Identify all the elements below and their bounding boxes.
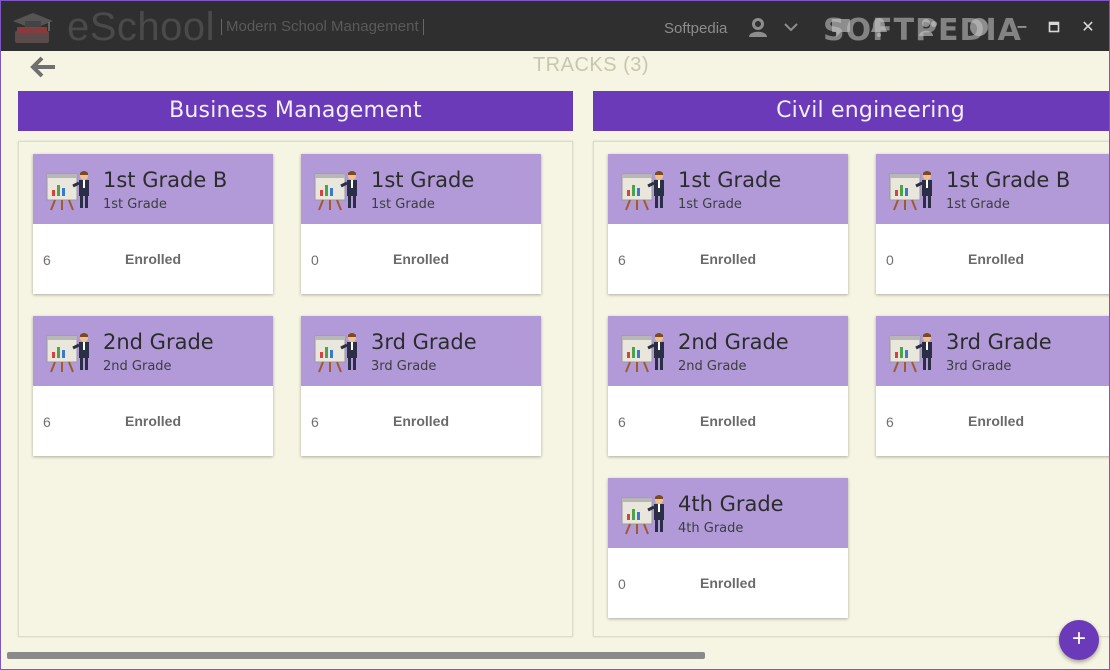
presentation-teacher-icon: [620, 490, 668, 538]
enrolled-label: Enrolled: [699, 251, 756, 267]
close-button[interactable]: ✕: [1077, 16, 1099, 38]
card-title: 1st Grade B: [103, 168, 228, 192]
card-header: 3rd Grade 3rd Grade: [301, 316, 541, 386]
card-title: 1st Grade: [678, 168, 782, 192]
presentation-teacher-icon: [620, 166, 668, 214]
grade-card[interactable]: 3rd Grade 3rd Grade 6 Enrolled: [301, 316, 541, 456]
enrolled-label: Enrolled: [967, 413, 1024, 429]
presentation-teacher-icon: [888, 328, 936, 376]
card-subtitle: 3rd Grade: [946, 359, 1012, 374]
grade-card[interactable]: 2nd Grade 2nd Grade 6 Enrolled: [33, 316, 273, 456]
card-header: 1st Grade 1st Grade: [608, 154, 848, 224]
grade-card[interactable]: 2nd Grade 2nd Grade 6 Enrolled: [608, 316, 848, 456]
maximize-icon: [1048, 21, 1060, 33]
add-track-button[interactable]: +: [1059, 620, 1099, 660]
page-title: TRACKS (3): [532, 54, 650, 76]
maximize-button[interactable]: [1043, 16, 1065, 38]
presentation-teacher-icon: [888, 166, 936, 214]
card-subtitle: 2nd Grade: [678, 359, 747, 374]
card-header: 3rd Grade 3rd Grade: [876, 316, 1109, 386]
app-name: eSchool: [67, 5, 216, 49]
enrolled-label: Enrolled: [967, 251, 1024, 267]
track-name: Civil engineering: [776, 98, 965, 123]
enrolled-label: Enrolled: [392, 413, 449, 429]
card-subtitle: 1st Grade: [103, 197, 167, 212]
enrolled-label: Enrolled: [699, 413, 756, 429]
card-subtitle: 1st Grade: [678, 197, 742, 212]
card-title: 2nd Grade: [103, 330, 214, 354]
presentation-teacher-icon: [45, 166, 93, 214]
track-panel-business-management: 1st Grade B 1st Grade 6 Enrolled 1st Gra…: [18, 141, 573, 637]
presentation-teacher-icon: [313, 328, 361, 376]
enrolled-label: Enrolled: [699, 575, 756, 591]
card-header: 1st Grade B 1st Grade: [876, 154, 1109, 224]
card-subtitle: 3rd Grade: [371, 359, 437, 374]
grade-card[interactable]: 1st Grade 1st Grade 0 Enrolled: [301, 154, 541, 294]
softpedia-watermark: SOFTPEDIA: [823, 13, 1022, 48]
track-panel-civil-engineering: 1st Grade 1st Grade 6 Enrolled 1st Grade…: [593, 141, 1109, 637]
grade-card[interactable]: 1st Grade B 1st Grade 0 Enrolled: [876, 154, 1109, 294]
enrolled-label: Enrolled: [124, 413, 181, 429]
horizontal-scrollbar[interactable]: [7, 652, 705, 659]
grade-card[interactable]: 3rd Grade 3rd Grade 6 Enrolled: [876, 316, 1109, 456]
grade-card[interactable]: 1st Grade 1st Grade 6 Enrolled: [608, 154, 848, 294]
card-title: 1st Grade: [371, 168, 475, 192]
presentation-teacher-icon: [45, 328, 93, 376]
card-header: 1st Grade 1st Grade: [301, 154, 541, 224]
graduation-cap-logo-icon: [13, 13, 53, 43]
minimize-button[interactable]: –: [1011, 16, 1033, 38]
track-header-civil-engineering[interactable]: Civil engineering: [593, 91, 1109, 131]
card-header: 4th Grade 4th Grade: [608, 478, 848, 548]
user-avatar-icon[interactable]: [746, 15, 770, 39]
card-title: 2nd Grade: [678, 330, 789, 354]
track-header-business-management[interactable]: Business Management: [18, 91, 573, 131]
user-name[interactable]: Softpedia: [664, 20, 727, 37]
card-header: 1st Grade B 1st Grade: [33, 154, 273, 224]
enrolled-label: Enrolled: [392, 251, 449, 267]
app-subtitle: Modern School Management: [221, 19, 424, 35]
card-subtitle: 4th Grade: [678, 521, 744, 536]
card-title: 4th Grade: [678, 492, 784, 516]
chevron-down-icon[interactable]: [779, 15, 803, 39]
grade-card[interactable]: 4th Grade 4th Grade 0 Enrolled: [608, 478, 848, 618]
card-subtitle: 1st Grade: [946, 197, 1010, 212]
app-window: eSchool Modern School Management Softped…: [0, 0, 1110, 670]
title-bar[interactable]: eSchool Modern School Management Softped…: [1, 1, 1109, 51]
grade-card[interactable]: 1st Grade B 1st Grade 6 Enrolled: [33, 154, 273, 294]
card-subtitle: 2nd Grade: [103, 359, 172, 374]
card-header: 2nd Grade 2nd Grade: [608, 316, 848, 386]
presentation-teacher-icon: [620, 328, 668, 376]
card-subtitle: 1st Grade: [371, 197, 435, 212]
card-title: 3rd Grade: [946, 330, 1052, 354]
card-title: 1st Grade B: [946, 168, 1071, 192]
enrolled-label: Enrolled: [124, 251, 181, 267]
card-title: 3rd Grade: [371, 330, 477, 354]
presentation-teacher-icon: [313, 166, 361, 214]
card-header: 2nd Grade 2nd Grade: [33, 316, 273, 386]
